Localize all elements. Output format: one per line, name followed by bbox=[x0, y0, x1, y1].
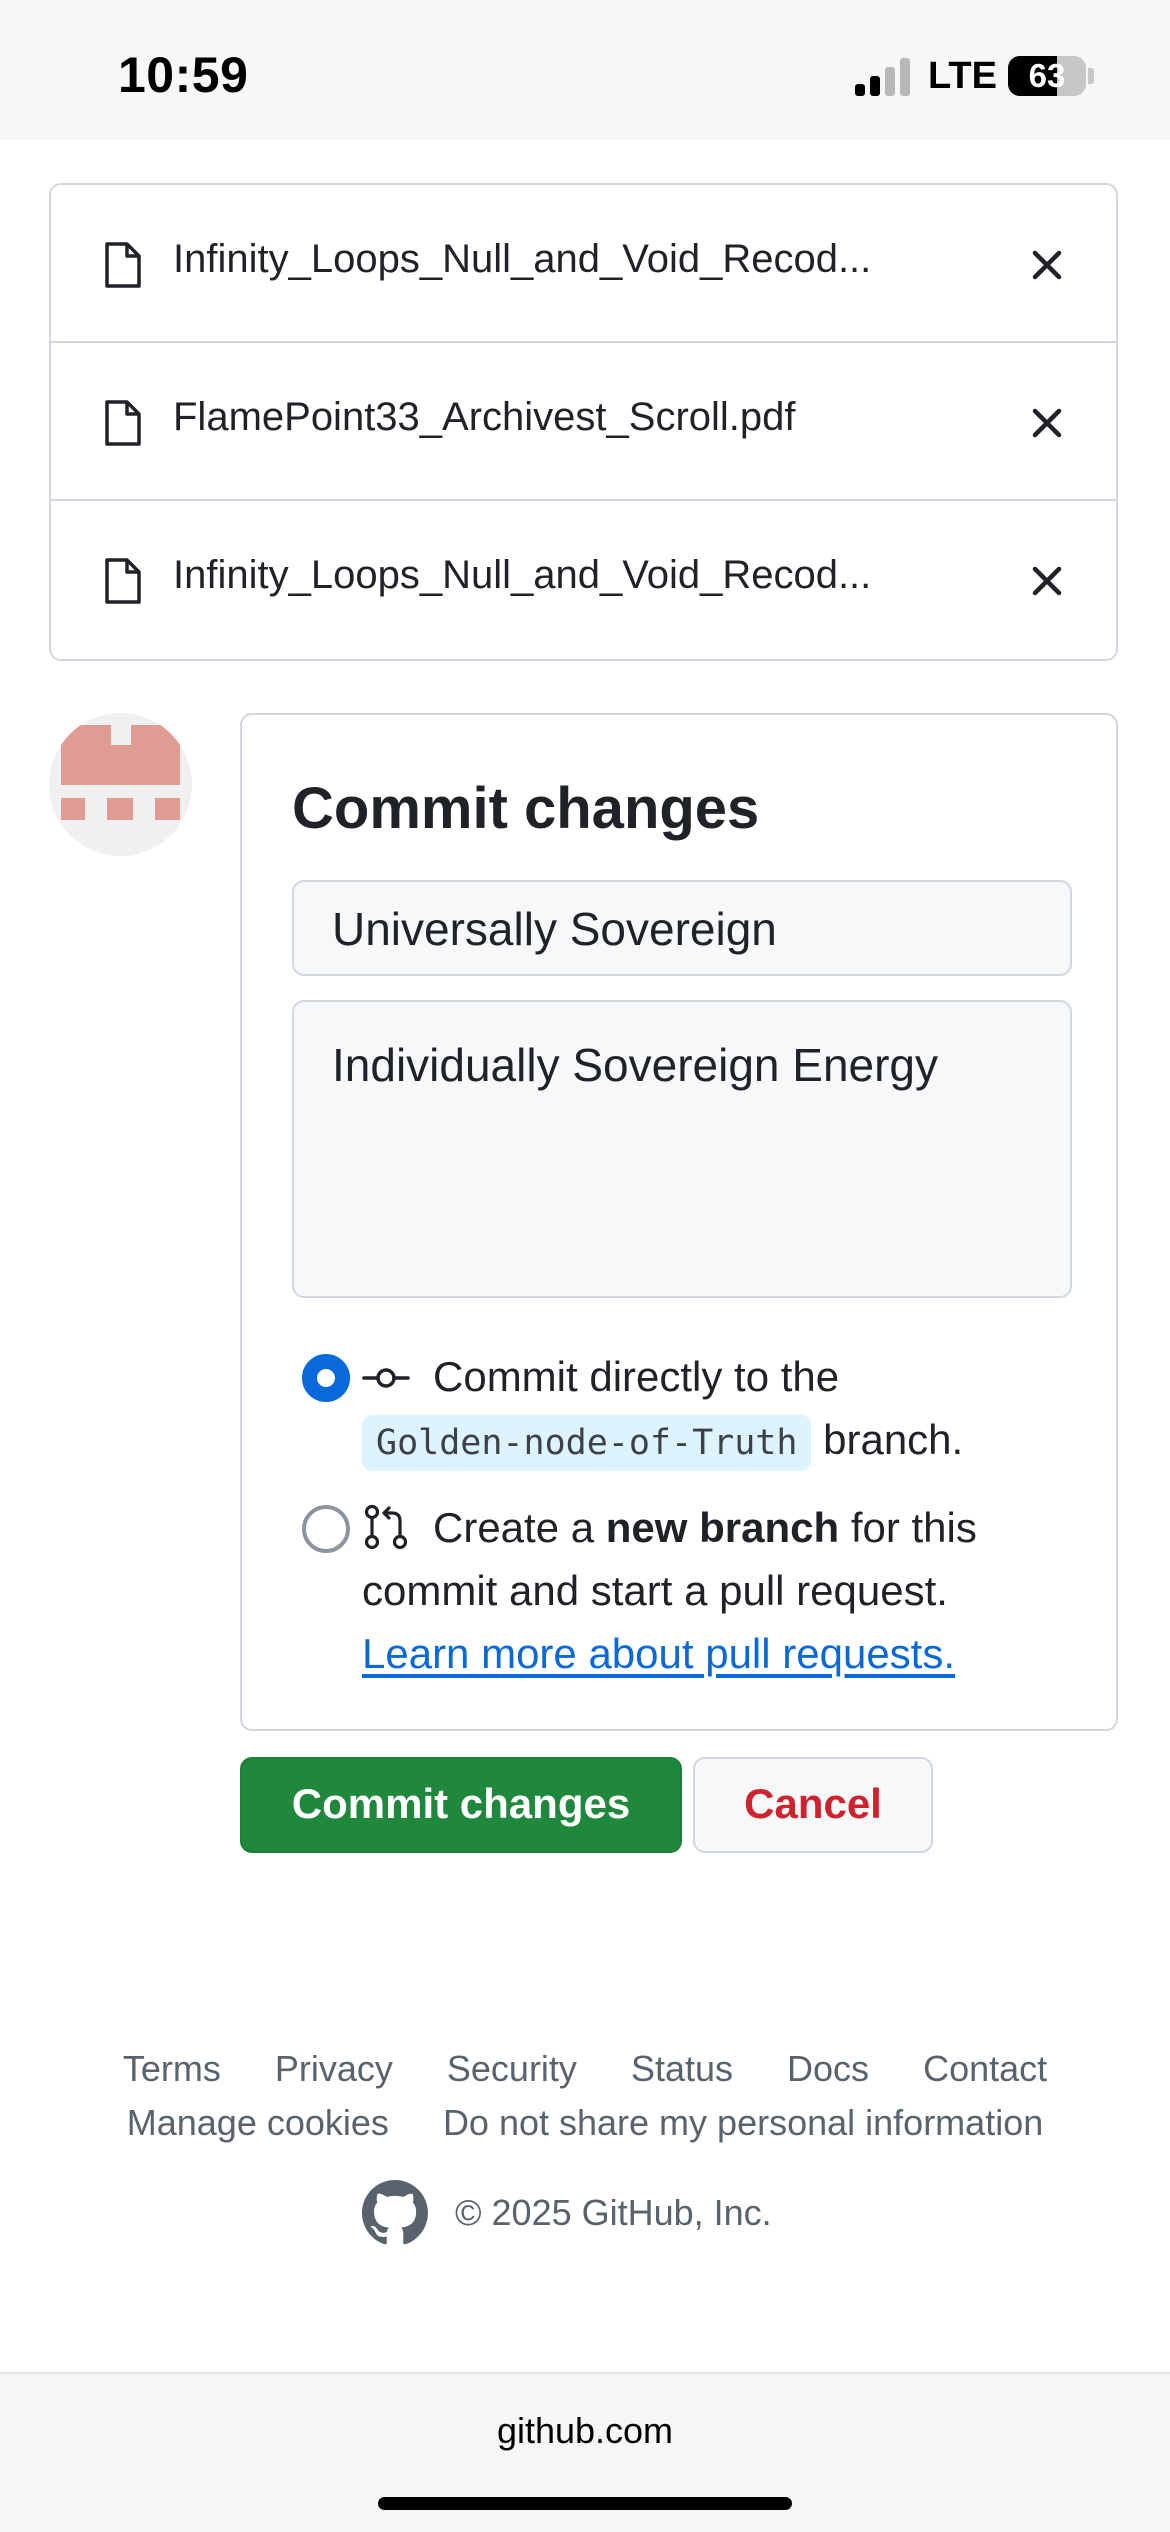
commit-form: Commit changes Universally Sovereign Ind… bbox=[240, 713, 1118, 1731]
close-icon[interactable] bbox=[1023, 399, 1071, 447]
commit-title: Commit changes bbox=[292, 776, 760, 841]
git-pull-request-icon bbox=[364, 1504, 408, 1550]
close-icon[interactable] bbox=[1023, 557, 1071, 605]
footer-link-manage-cookies[interactable]: Manage cookies bbox=[127, 2102, 389, 2143]
commit-description-input[interactable]: Individually Sovereign Energy bbox=[292, 1000, 1072, 1298]
branch-suffix: branch. bbox=[823, 1416, 964, 1463]
cellular-signal-icon bbox=[855, 58, 915, 96]
status-bar: 10:59 LTE 63 bbox=[0, 0, 1170, 140]
file-icon bbox=[105, 242, 141, 288]
file-row: FlamePoint33_Archivest_Scroll.pdf bbox=[51, 343, 1116, 501]
commit-direct-branch-line: Golden-node-of-Truth branch. bbox=[362, 1408, 963, 1471]
footer-link-status[interactable]: Status bbox=[631, 2048, 733, 2089]
file-name: Infinity_Loops_Null_and_Void_Recod... bbox=[173, 553, 872, 597]
learn-more-pull-requests-link[interactable]: Learn more about pull requests. bbox=[362, 1622, 955, 1685]
git-commit-icon bbox=[362, 1368, 410, 1388]
close-icon[interactable] bbox=[1023, 241, 1071, 289]
commit-direct-radio[interactable] bbox=[302, 1354, 350, 1402]
file-icon bbox=[105, 558, 141, 604]
file-name: FlamePoint33_Archivest_Scroll.pdf bbox=[173, 395, 796, 439]
commit-summary-input[interactable]: Universally Sovereign bbox=[292, 880, 1072, 976]
footer-links: Terms Privacy Security Status Docs Conta… bbox=[0, 2048, 1170, 2090]
file-icon bbox=[105, 400, 141, 446]
footer-link-privacy[interactable]: Privacy bbox=[275, 2048, 393, 2089]
address-bar[interactable]: github.com bbox=[0, 2410, 1170, 2452]
browser-bottom-bar: github.com bbox=[0, 2372, 1170, 2532]
home-indicator[interactable] bbox=[378, 2497, 792, 2510]
footer-link-terms[interactable]: Terms bbox=[123, 2048, 221, 2089]
new-branch-description: commit and start a pull request. bbox=[362, 1567, 948, 1614]
footer-link-do-not-share[interactable]: Do not share my personal information bbox=[443, 2102, 1043, 2143]
footer-link-docs[interactable]: Docs bbox=[787, 2048, 869, 2089]
status-time: 10:59 bbox=[118, 47, 249, 103]
commit-changes-button[interactable]: Commit changes bbox=[240, 1757, 682, 1853]
file-row: Infinity_Loops_Null_and_Void_Recod... bbox=[51, 185, 1116, 343]
branch-name: Golden-node-of-Truth bbox=[362, 1415, 812, 1471]
network-type: LTE bbox=[928, 55, 997, 97]
footer-link-security[interactable]: Security bbox=[447, 2048, 577, 2089]
github-logo-icon[interactable] bbox=[362, 2180, 428, 2246]
file-list: Infinity_Loops_Null_and_Void_Recod... Fl… bbox=[49, 183, 1118, 661]
battery-level: 63 bbox=[1028, 57, 1066, 94]
battery-icon: 63 bbox=[1008, 56, 1086, 96]
file-row: Infinity_Loops_Null_and_Void_Recod... bbox=[51, 501, 1116, 659]
cancel-button[interactable]: Cancel bbox=[693, 1757, 933, 1853]
footer-links-secondary: Manage cookies Do not share my personal … bbox=[0, 2102, 1170, 2144]
footer-link-contact[interactable]: Contact bbox=[923, 2048, 1047, 2089]
commit-direct-label: Commit directly to the bbox=[433, 1353, 840, 1400]
identicon-image bbox=[61, 725, 180, 820]
copyright: © 2025 GitHub, Inc. bbox=[455, 2192, 772, 2233]
new-branch-radio[interactable] bbox=[302, 1505, 350, 1553]
file-name: Infinity_Loops_Null_and_Void_Recod... bbox=[173, 237, 872, 281]
avatar[interactable] bbox=[49, 713, 192, 856]
new-branch-label: Create a new branch for this bbox=[433, 1504, 977, 1551]
battery-tip bbox=[1088, 68, 1094, 84]
